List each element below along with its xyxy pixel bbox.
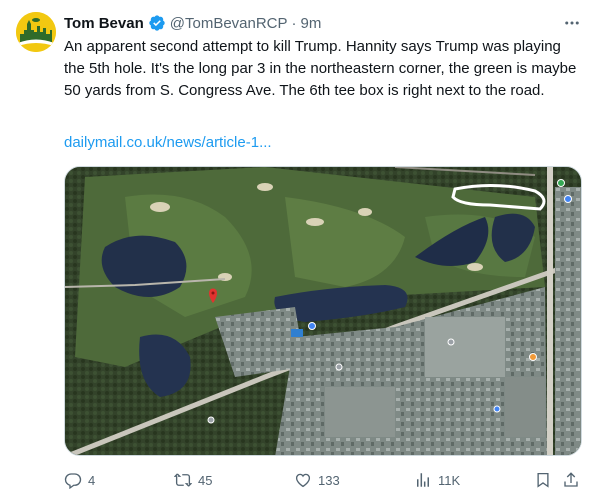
reply-icon <box>64 473 82 489</box>
author-name[interactable]: Tom Bevan <box>64 15 144 32</box>
retweet-count: 45 <box>198 472 213 488</box>
views-count: 11K <box>438 472 461 488</box>
article-link[interactable]: dailymail.co.uk/news/article-1... <box>64 134 272 151</box>
separator-dot: · <box>291 14 297 32</box>
share-button[interactable] <box>562 468 580 492</box>
more-icon[interactable] <box>562 14 582 32</box>
tweet-header: Tom Bevan @TomBevanRCP · 9m <box>64 12 582 34</box>
bookmark-button[interactable] <box>534 468 552 492</box>
like-button[interactable]: 133 <box>294 468 340 492</box>
map-image[interactable] <box>64 166 582 456</box>
reply-button[interactable]: 4 <box>64 468 95 492</box>
share-icon <box>564 472 578 487</box>
tweet-text: An apparent second attempt to kill Trump… <box>64 38 577 99</box>
tweet-actions: 4 45 133 11K <box>64 468 582 492</box>
like-count: 133 <box>318 472 340 488</box>
verified-badge-icon <box>148 14 166 32</box>
author-handle[interactable]: @TomBevanRCP <box>170 15 288 32</box>
views-button[interactable]: 11K <box>414 468 460 492</box>
retweet-icon <box>174 473 192 487</box>
bookmark-icon <box>537 472 549 488</box>
views-icon <box>417 473 429 487</box>
like-icon <box>295 473 311 488</box>
retweet-button[interactable]: 45 <box>174 468 212 492</box>
satellite-map-image <box>65 167 581 455</box>
reply-count: 4 <box>88 472 96 488</box>
avatar[interactable] <box>16 12 56 52</box>
avatar-logo-icon <box>16 12 56 52</box>
tweet-timestamp[interactable]: 9m <box>301 15 322 32</box>
